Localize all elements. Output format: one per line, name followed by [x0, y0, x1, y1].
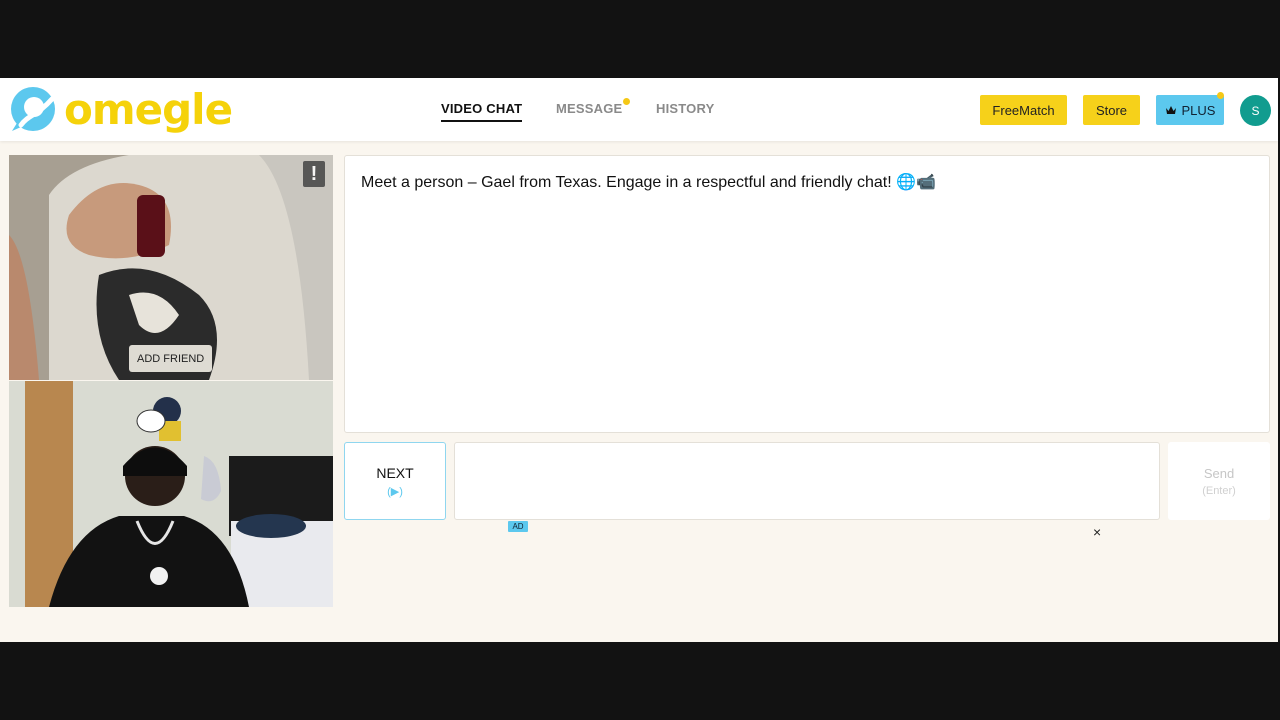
crown-icon: [1165, 106, 1176, 114]
message-input[interactable]: [454, 442, 1160, 520]
tab-message-label: MESSAGE: [556, 101, 623, 116]
tab-message[interactable]: MESSAGE: [556, 98, 630, 116]
send-label: Send: [1203, 465, 1235, 481]
omegle-app: omegle VIDEO CHAT MESSAGE HISTORY FreeMa…: [0, 78, 1278, 642]
next-shortcut-hint: (▶): [387, 485, 403, 498]
plus-button[interactable]: PLUS: [1156, 92, 1224, 125]
ad-close-icon[interactable]: ×: [1093, 524, 1101, 540]
user-avatar[interactable]: S: [1240, 95, 1271, 126]
self-video-frame: [9, 381, 333, 607]
add-friend-button[interactable]: ADD FRIEND: [129, 345, 213, 372]
tab-history[interactable]: HISTORY: [656, 101, 714, 116]
plus-label: PLUS: [1181, 102, 1216, 118]
stranger-video: ! ADD FRIEND: [9, 155, 333, 380]
plus-notification-dot: [1217, 92, 1224, 99]
next-label: NEXT: [376, 464, 414, 481]
notification-dot: [623, 98, 630, 105]
header: omegle VIDEO CHAT MESSAGE HISTORY FreeMa…: [0, 78, 1278, 141]
tab-video-chat[interactable]: VIDEO CHAT: [441, 101, 523, 122]
chat-bubble-logo-icon: [11, 87, 55, 131]
report-icon[interactable]: !: [303, 161, 325, 187]
send-button[interactable]: Send (Enter): [1168, 442, 1270, 520]
send-shortcut-hint: (Enter): [1202, 484, 1236, 497]
next-button[interactable]: NEXT (▶): [344, 442, 446, 520]
chat-log: Meet a person – Gael from Texas. Engage …: [344, 155, 1270, 433]
store-button[interactable]: Store: [1083, 95, 1140, 125]
self-video: [9, 381, 333, 607]
freematch-button[interactable]: FreeMatch: [980, 95, 1067, 125]
ad-badge: AD: [508, 521, 528, 532]
omegle-logo[interactable]: omegle: [8, 85, 233, 135]
logo-wordmark: omegle: [64, 85, 233, 134]
system-message: Meet a person – Gael from Texas. Engage …: [361, 174, 936, 191]
